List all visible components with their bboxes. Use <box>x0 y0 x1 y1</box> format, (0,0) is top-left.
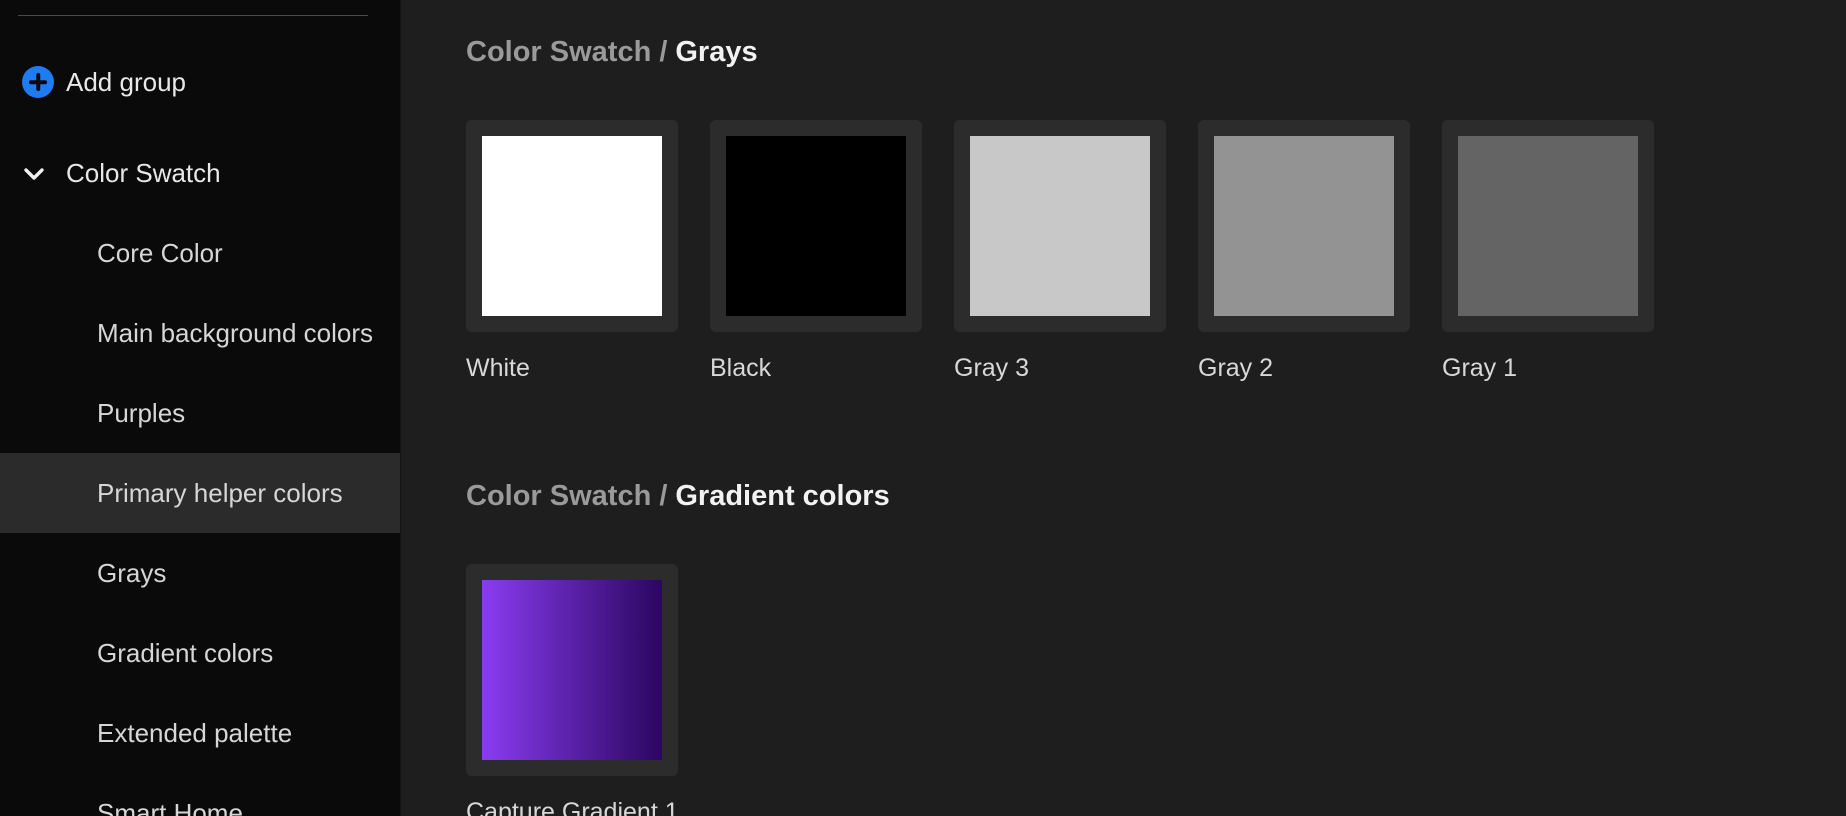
swatch-label: Black <box>710 354 772 382</box>
sidebar-item-label: Core Color <box>97 237 223 268</box>
chevron-down-icon <box>24 167 44 180</box>
app-window: Add group Color Swatch Core Color Main b… <box>0 0 1846 816</box>
breadcrumb-parent[interactable]: Color Swatch <box>466 480 651 512</box>
swatch-tile[interactable] <box>1198 120 1410 332</box>
breadcrumb-separator: / <box>659 36 668 68</box>
add-group-button[interactable]: Add group <box>22 66 186 98</box>
sidebar-item-extended-palette[interactable]: Extended palette <box>0 693 400 773</box>
swatch-gray-3: Gray 3 <box>954 120 1166 383</box>
sidebar-item-label: Main background colors <box>97 317 374 348</box>
breadcrumb-current: Gradient colors <box>675 480 890 512</box>
swatch-label: White <box>466 354 530 382</box>
swatch-capture-gradient-1: Capture Gradient 1 <box>466 564 679 816</box>
sidebar-item-label: Gradient colors <box>97 637 274 668</box>
swatch-gray-1: Gray 1 <box>1442 120 1654 383</box>
section-title-gradient-colors: Color Swatch / Gradient colors <box>466 480 890 513</box>
swatch-label: Capture Gradient 1 <box>466 798 679 816</box>
swatch-tile[interactable] <box>954 120 1166 332</box>
sidebar-item-gradient-colors[interactable]: Gradient colors <box>0 613 400 693</box>
sidebar-divider <box>18 15 368 16</box>
sidebar-item-label: Extended palette <box>97 717 293 748</box>
swatch-color <box>970 136 1150 316</box>
plus-circle-icon <box>22 66 54 98</box>
swatch-color <box>1458 136 1638 316</box>
sidebar-item-label: Primary helper colors <box>97 477 343 508</box>
breadcrumb-parent[interactable]: Color Swatch <box>466 36 651 68</box>
swatch-label: Gray 2 <box>1198 354 1274 382</box>
swatch-tile[interactable] <box>466 564 678 776</box>
section-title-grays: Color Swatch / Grays <box>466 36 758 69</box>
swatch-label: Gray 3 <box>954 354 1030 382</box>
swatch-color <box>482 136 662 316</box>
sidebar: Add group Color Swatch Core Color Main b… <box>0 0 401 816</box>
breadcrumb-current: Grays <box>675 36 758 68</box>
sidebar-item-label: Grays <box>97 557 167 588</box>
main-content: Color Swatch / Grays White Black Gray 3 Gr <box>402 0 1846 816</box>
swatch-color <box>726 136 906 316</box>
group-label: Color Swatch <box>66 158 221 188</box>
group-header-color-swatch[interactable]: Color Swatch <box>22 158 221 189</box>
swatch-label: Gray 1 <box>1442 354 1518 382</box>
swatch-color <box>1214 136 1394 316</box>
swatch-tile[interactable] <box>1442 120 1654 332</box>
sidebar-item-purples[interactable]: Purples <box>0 373 400 453</box>
sidebar-item-label: Purples <box>97 397 186 428</box>
sidebar-item-main-background-colors[interactable]: Main background colors <box>0 293 400 373</box>
sidebar-item-smart-home[interactable]: Smart Home <box>0 773 400 816</box>
sidebar-item-core-color[interactable]: Core Color <box>0 213 400 293</box>
sidebar-item-label: Smart Home <box>97 797 243 816</box>
swatch-gray-2: Gray 2 <box>1198 120 1410 383</box>
sidebar-item-grays[interactable]: Grays <box>0 533 400 613</box>
swatch-gradient <box>482 580 662 760</box>
sidebar-item-primary-helper-colors[interactable]: Primary helper colors <box>0 453 400 533</box>
swatch-white: White <box>466 120 678 383</box>
breadcrumb-separator: / <box>659 480 668 512</box>
swatch-tile[interactable] <box>710 120 922 332</box>
swatch-black: Black <box>710 120 922 383</box>
swatch-tile[interactable] <box>466 120 678 332</box>
add-group-label: Add group <box>66 66 186 97</box>
